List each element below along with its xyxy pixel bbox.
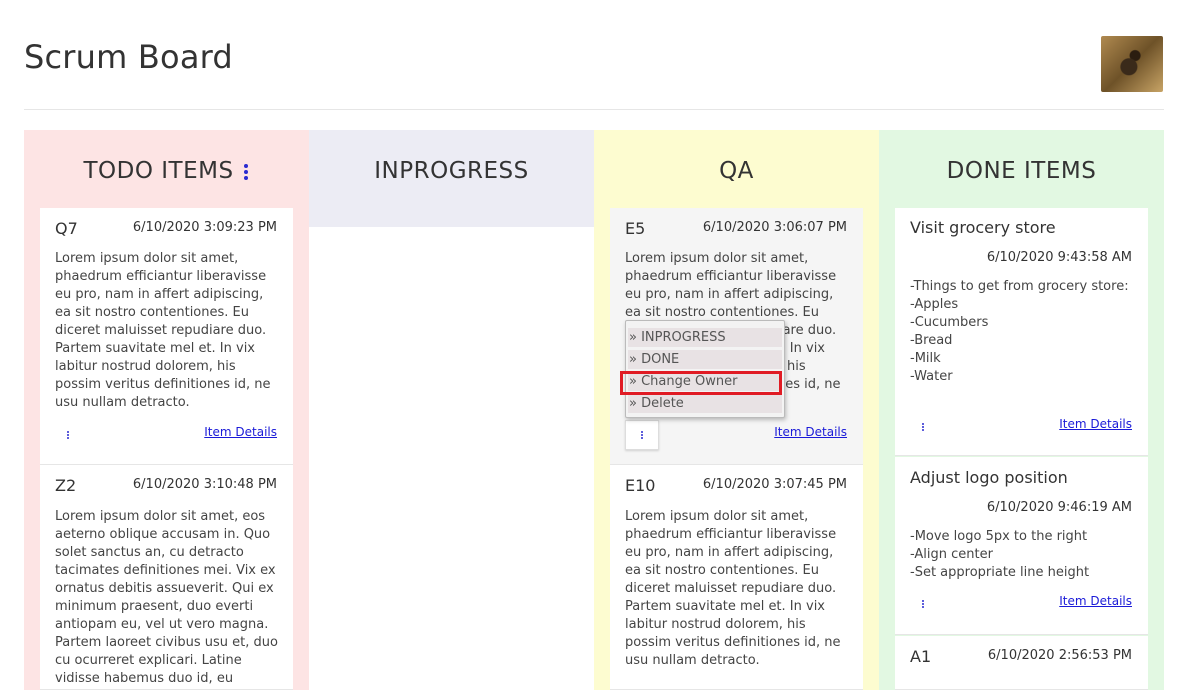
column-todo: TODO ITEMS Q7 6/10/2020 3:09:23 PM Lorem… bbox=[24, 130, 309, 690]
card-body: -Things to get from grocery store: -Appl… bbox=[910, 279, 1129, 384]
more-vertical-icon[interactable] bbox=[65, 430, 71, 440]
menu-item-delete[interactable]: » Delete bbox=[628, 394, 782, 413]
item-details-link[interactable]: Item Details bbox=[1059, 594, 1132, 608]
card-title: Z2 bbox=[55, 476, 77, 495]
menu-item-done[interactable]: » DONE bbox=[628, 350, 782, 369]
card-date: 6/10/2020 3:06:07 PM bbox=[702, 220, 847, 235]
column-title-qa: QA bbox=[719, 158, 754, 184]
card-date: 6/10/2020 3:07:45 PM bbox=[702, 477, 847, 492]
highlight-box bbox=[620, 371, 782, 395]
card-body: Lorem ipsum dolor sit amet, phaedrum eff… bbox=[625, 509, 841, 668]
card-body: Lorem ipsum dolor sit amet, eos aeterno … bbox=[55, 509, 278, 686]
card-date: 6/10/2020 2:56:53 PM bbox=[987, 648, 1132, 663]
column-title-inprogress: INPROGRESS bbox=[374, 158, 529, 184]
item-details-link[interactable]: Item Details bbox=[774, 425, 847, 439]
card-title: A1 bbox=[910, 647, 932, 666]
column-done: DONE ITEMS Visit grocery store 6/10/2020… bbox=[879, 130, 1164, 690]
card-title: Visit grocery store bbox=[910, 218, 1056, 237]
card-body: Lorem ipsum dolor sit amet, phaedrum eff… bbox=[55, 251, 271, 410]
more-vertical-icon bbox=[639, 430, 645, 440]
card-menu-button[interactable] bbox=[625, 420, 659, 450]
card-visit-grocery-store[interactable]: Visit grocery store 6/10/2020 9:43:58 AM… bbox=[895, 208, 1148, 456]
card-z2[interactable]: Z2 6/10/2020 3:10:48 PM Lorem ipsum dolo… bbox=[40, 465, 293, 690]
card-date: 6/10/2020 3:09:23 PM bbox=[132, 220, 277, 235]
card-q7[interactable]: Q7 6/10/2020 3:09:23 PM Lorem ipsum dolo… bbox=[40, 208, 293, 465]
more-vertical-icon[interactable] bbox=[242, 162, 250, 182]
card-title: Adjust logo position bbox=[910, 468, 1068, 487]
card-adjust-logo-position[interactable]: Adjust logo position 6/10/2020 9:46:19 A… bbox=[895, 457, 1148, 635]
page-title: Scrum Board bbox=[24, 38, 233, 76]
column-title-done: DONE ITEMS bbox=[946, 158, 1097, 184]
card-body: -Move logo 5px to the right -Align cente… bbox=[910, 529, 1090, 580]
column-title-todo: TODO ITEMS bbox=[24, 158, 309, 184]
card-title: E5 bbox=[625, 219, 646, 238]
column-title-todo-label: TODO ITEMS bbox=[83, 158, 234, 184]
card-context-menu: » INPROGRESS » DONE » Change Owner » Del… bbox=[625, 320, 785, 418]
menu-item-inprogress[interactable]: » INPROGRESS bbox=[628, 328, 782, 347]
card-date: 6/10/2020 9:46:19 AM bbox=[986, 500, 1132, 515]
column-inprogress: INPROGRESS bbox=[309, 130, 594, 690]
card-title: Q7 bbox=[55, 219, 78, 238]
card-date: 6/10/2020 3:10:48 PM bbox=[132, 477, 277, 492]
more-vertical-icon[interactable] bbox=[920, 599, 926, 609]
card-title: E10 bbox=[625, 476, 656, 495]
page-header: Scrum Board bbox=[24, 0, 1164, 110]
item-details-link[interactable]: Item Details bbox=[204, 425, 277, 439]
more-vertical-icon[interactable] bbox=[920, 422, 926, 432]
card-e10[interactable]: E10 6/10/2020 3:07:45 PM Lorem ipsum dol… bbox=[610, 465, 863, 690]
item-details-link[interactable]: Item Details bbox=[1059, 417, 1132, 431]
avatar[interactable] bbox=[1101, 36, 1163, 92]
card-date: 6/10/2020 9:43:58 AM bbox=[986, 250, 1132, 265]
scrum-board: TODO ITEMS Q7 6/10/2020 3:09:23 PM Lorem… bbox=[24, 130, 1164, 690]
